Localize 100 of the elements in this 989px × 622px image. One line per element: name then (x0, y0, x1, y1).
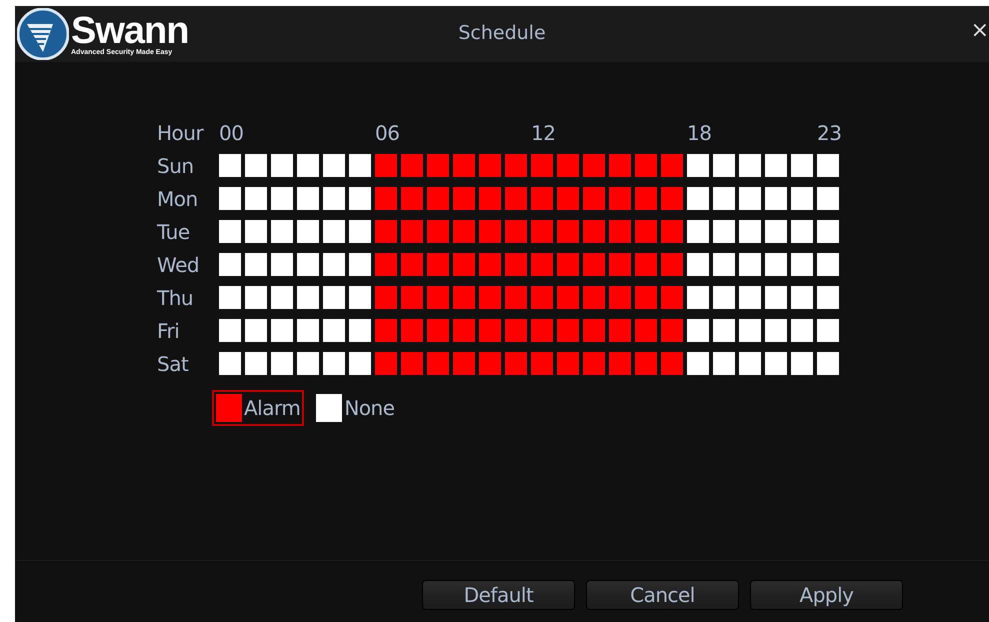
schedule-slot[interactable] (505, 187, 527, 210)
schedule-slot[interactable] (557, 286, 579, 309)
schedule-slot[interactable] (401, 220, 423, 243)
schedule-slot[interactable] (687, 286, 709, 309)
legend-option[interactable]: Alarm (212, 390, 304, 426)
schedule-slot[interactable] (557, 220, 579, 243)
schedule-slot[interactable] (609, 187, 631, 210)
schedule-slot[interactable] (349, 154, 371, 177)
schedule-slot[interactable] (219, 154, 241, 177)
schedule-slot[interactable] (271, 286, 293, 309)
schedule-slot[interactable] (531, 352, 553, 375)
schedule-slot[interactable] (401, 319, 423, 342)
dialog-button[interactable]: Cancel (586, 580, 739, 610)
schedule-slot[interactable] (609, 253, 631, 276)
schedule-slot[interactable] (375, 253, 397, 276)
schedule-slot[interactable] (661, 253, 683, 276)
schedule-slot[interactable] (765, 154, 787, 177)
schedule-slot[interactable] (531, 253, 553, 276)
schedule-slot[interactable] (713, 220, 735, 243)
schedule-slot[interactable] (609, 286, 631, 309)
schedule-slot[interactable] (765, 220, 787, 243)
schedule-slot[interactable] (661, 154, 683, 177)
schedule-slot[interactable] (817, 253, 839, 276)
schedule-slot[interactable] (349, 220, 371, 243)
schedule-slot[interactable] (635, 319, 657, 342)
schedule-slot[interactable] (817, 352, 839, 375)
schedule-slot[interactable] (791, 319, 813, 342)
schedule-slot[interactable] (609, 154, 631, 177)
schedule-slot[interactable] (375, 286, 397, 309)
schedule-slot[interactable] (791, 154, 813, 177)
schedule-slot[interactable] (453, 154, 475, 177)
schedule-slot[interactable] (791, 286, 813, 309)
schedule-slot[interactable] (297, 286, 319, 309)
schedule-slot[interactable] (323, 352, 345, 375)
schedule-slot[interactable] (531, 220, 553, 243)
schedule-slot[interactable] (713, 253, 735, 276)
schedule-slot[interactable] (479, 220, 501, 243)
schedule-slot[interactable] (479, 154, 501, 177)
schedule-slot[interactable] (583, 187, 605, 210)
schedule-slot[interactable] (739, 319, 761, 342)
schedule-slot[interactable] (739, 154, 761, 177)
schedule-slot[interactable] (635, 286, 657, 309)
schedule-slot[interactable] (583, 154, 605, 177)
schedule-slot[interactable] (219, 220, 241, 243)
schedule-slot[interactable] (219, 187, 241, 210)
schedule-slot[interactable] (245, 187, 267, 210)
schedule-slot[interactable] (661, 187, 683, 210)
schedule-slot[interactable] (453, 187, 475, 210)
schedule-slot[interactable] (713, 154, 735, 177)
schedule-slot[interactable] (505, 253, 527, 276)
schedule-slot[interactable] (219, 253, 241, 276)
schedule-slot[interactable] (349, 319, 371, 342)
schedule-slot[interactable] (505, 154, 527, 177)
schedule-slot[interactable] (635, 220, 657, 243)
schedule-slot[interactable] (531, 286, 553, 309)
schedule-slot[interactable] (427, 220, 449, 243)
schedule-slot[interactable] (375, 319, 397, 342)
schedule-slot[interactable] (297, 187, 319, 210)
schedule-slot[interactable] (479, 352, 501, 375)
schedule-slot[interactable] (609, 220, 631, 243)
schedule-slot[interactable] (375, 187, 397, 210)
schedule-slot[interactable] (271, 352, 293, 375)
schedule-slot[interactable] (479, 187, 501, 210)
schedule-slot[interactable] (505, 319, 527, 342)
schedule-slot[interactable] (401, 352, 423, 375)
schedule-slot[interactable] (427, 154, 449, 177)
schedule-slot[interactable] (375, 220, 397, 243)
schedule-slot[interactable] (713, 286, 735, 309)
schedule-slot[interactable] (479, 253, 501, 276)
schedule-slot[interactable] (661, 352, 683, 375)
schedule-slot[interactable] (609, 352, 631, 375)
schedule-slot[interactable] (687, 187, 709, 210)
schedule-slot[interactable] (713, 319, 735, 342)
schedule-slot[interactable] (297, 253, 319, 276)
schedule-slot[interactable] (219, 319, 241, 342)
schedule-slot[interactable] (271, 319, 293, 342)
schedule-slot[interactable] (271, 154, 293, 177)
schedule-slot[interactable] (687, 352, 709, 375)
schedule-slot[interactable] (531, 187, 553, 210)
schedule-slot[interactable] (505, 286, 527, 309)
schedule-slot[interactable] (635, 187, 657, 210)
schedule-slot[interactable] (635, 154, 657, 177)
schedule-slot[interactable] (297, 352, 319, 375)
schedule-slot[interactable] (375, 352, 397, 375)
schedule-slot[interactable] (713, 352, 735, 375)
schedule-slot[interactable] (245, 352, 267, 375)
schedule-slot[interactable] (245, 286, 267, 309)
schedule-slot[interactable] (219, 352, 241, 375)
schedule-slot[interactable] (401, 286, 423, 309)
schedule-slot[interactable] (427, 187, 449, 210)
schedule-slot[interactable] (401, 154, 423, 177)
schedule-slot[interactable] (349, 253, 371, 276)
schedule-slot[interactable] (635, 352, 657, 375)
schedule-slot[interactable] (583, 319, 605, 342)
schedule-slot[interactable] (271, 220, 293, 243)
schedule-slot[interactable] (791, 187, 813, 210)
schedule-slot[interactable] (739, 220, 761, 243)
schedule-slot[interactable] (557, 352, 579, 375)
schedule-slot[interactable] (505, 220, 527, 243)
schedule-slot[interactable] (453, 253, 475, 276)
